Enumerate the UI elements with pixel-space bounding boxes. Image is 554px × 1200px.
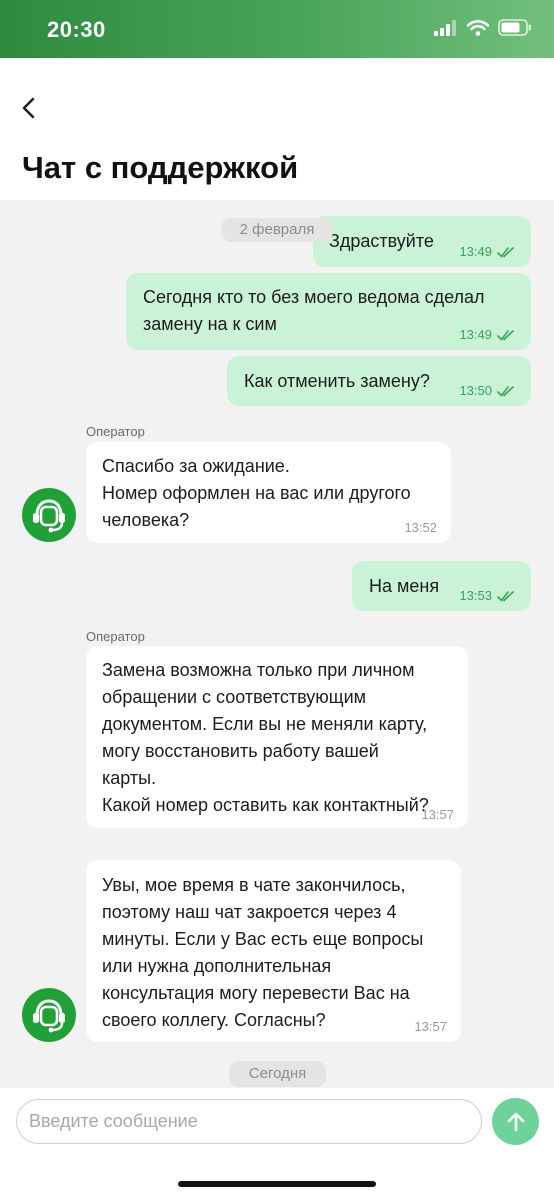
date-separator: Сегодня bbox=[229, 1061, 326, 1087]
header: Чат с поддержкой bbox=[0, 58, 554, 200]
operator-headset-icon bbox=[33, 499, 65, 533]
message-meta: 13:53 bbox=[459, 589, 517, 603]
message-time: 13:57 bbox=[414, 1019, 447, 1034]
message-bubble-outgoing[interactable]: Здраствуйте 13:49 bbox=[313, 216, 531, 267]
message-input[interactable] bbox=[16, 1099, 482, 1144]
message-bubble-incoming[interactable]: Увы, мое время в чате закончилось, поэто… bbox=[86, 860, 461, 1042]
message-bubble-outgoing[interactable]: Сегодня кто то без моего ведома сделал з… bbox=[126, 273, 531, 350]
cellular-signal-icon bbox=[434, 19, 456, 36]
message-time: 13:53 bbox=[459, 588, 492, 603]
double-check-icon bbox=[497, 247, 514, 258]
date-separator: 2 февраля bbox=[221, 218, 333, 242]
message-meta: 13:57 bbox=[414, 1020, 447, 1034]
message-meta: 13:49 bbox=[459, 328, 517, 342]
double-check-icon bbox=[497, 330, 514, 341]
battery-icon bbox=[498, 19, 531, 36]
message-time: 13:50 bbox=[459, 383, 492, 398]
input-bar bbox=[0, 1088, 554, 1200]
operator-avatar bbox=[22, 988, 76, 1042]
message-text: На меня bbox=[369, 576, 440, 596]
message-meta: 13:52 bbox=[404, 521, 437, 535]
home-indicator bbox=[178, 1181, 376, 1187]
message-text: Как отменить замену? bbox=[244, 371, 430, 391]
chat-area[interactable]: Здраствуйте 13:49 2 февраля Сегодня кто … bbox=[0, 200, 554, 1088]
operator-headset-icon bbox=[33, 999, 65, 1033]
sender-label: Оператор bbox=[86, 629, 145, 644]
wifi-icon bbox=[467, 19, 489, 36]
double-check-icon bbox=[497, 591, 514, 602]
message-time: 13:57 bbox=[421, 807, 454, 822]
sender-label: Оператор bbox=[86, 424, 145, 439]
message-time: 13:49 bbox=[459, 244, 492, 259]
message-text: Сегодня кто то без моего ведома сделал з… bbox=[143, 287, 485, 334]
message-text: Здраствуйте bbox=[329, 231, 434, 251]
status-icons bbox=[434, 19, 532, 36]
message-meta: 13:49 bbox=[459, 245, 517, 259]
message-time: 13:52 bbox=[404, 520, 437, 535]
double-check-icon bbox=[497, 386, 514, 397]
arrow-up-icon bbox=[507, 1112, 524, 1131]
message-text: Замена возможна только при личном обраще… bbox=[102, 660, 429, 815]
message-time: 13:49 bbox=[459, 327, 492, 342]
message-bubble-incoming[interactable]: Замена возможна только при личном обраще… bbox=[86, 646, 468, 828]
message-bubble-outgoing[interactable]: Как отменить замену? 13:50 bbox=[227, 356, 531, 406]
status-time: 20:30 bbox=[47, 17, 106, 42]
message-bubble-incoming[interactable]: Спасибо за ожидание. Номер оформлен на в… bbox=[86, 442, 451, 543]
status-bar: 20:30 bbox=[0, 0, 554, 58]
chevron-left-icon bbox=[22, 97, 35, 119]
back-button[interactable] bbox=[16, 94, 44, 122]
page-title: Чат с поддержкой bbox=[22, 150, 299, 185]
operator-avatar bbox=[22, 488, 76, 542]
message-text: Спасибо за ожидание. Номер оформлен на в… bbox=[102, 456, 411, 530]
send-button[interactable] bbox=[492, 1098, 539, 1145]
message-meta: 13:50 bbox=[459, 384, 517, 398]
message-meta: 13:57 bbox=[421, 808, 454, 822]
message-bubble-outgoing[interactable]: На меня 13:53 bbox=[352, 561, 531, 611]
message-text: Увы, мое время в чате закончилось, поэто… bbox=[102, 875, 424, 1030]
